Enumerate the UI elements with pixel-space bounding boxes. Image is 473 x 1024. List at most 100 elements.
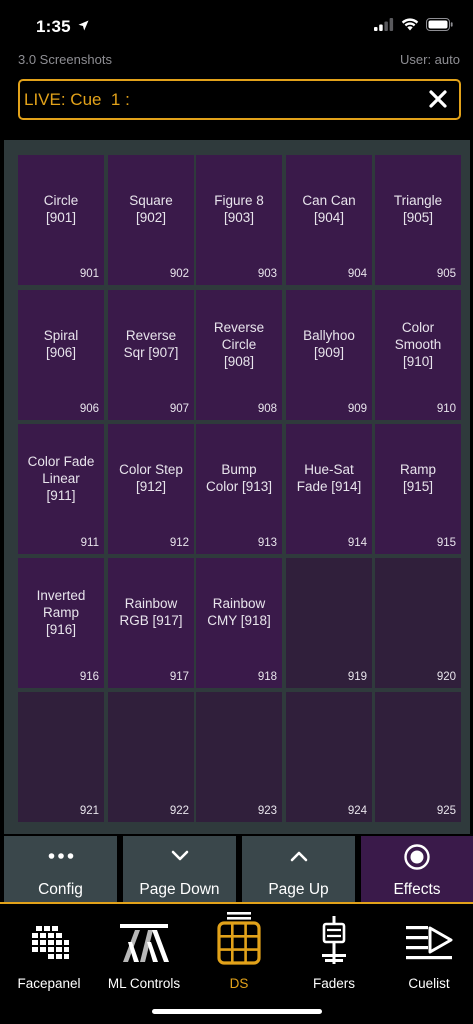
tile-label: Square [902] — [129, 193, 173, 225]
close-icon[interactable] — [427, 88, 449, 110]
direct-select-tile[interactable]: Spiral [906] 906 — [18, 290, 104, 420]
tile-number: 920 — [436, 671, 456, 683]
tile-label: Rainbow CMY [918] — [207, 596, 271, 628]
tab-ml-controls[interactable]: ML Controls — [97, 916, 191, 991]
tile-label — [200, 692, 278, 800]
status-time: 1:35 — [36, 17, 71, 36]
ds-grid-icon — [217, 912, 261, 965]
direct-select-tile[interactable]: 923 — [196, 692, 282, 822]
direct-select-tile[interactable]: Color Fade Linear [911] 911 — [18, 424, 104, 554]
tile-number: 903 — [257, 268, 277, 280]
direct-select-tile[interactable]: Rainbow CMY [918] 918 — [196, 558, 282, 688]
tile-label: Figure 8 [903] — [214, 193, 264, 225]
page-down-button-label: Page Down — [139, 881, 220, 898]
effects-button-label: Effects — [393, 881, 441, 898]
direct-select-tile[interactable]: Reverse Sqr [907] 907 — [108, 290, 194, 420]
softkey-row: Config Page Down Page Up Effects — [0, 836, 473, 902]
direct-select-tile[interactable]: Reverse Circle [908] 908 — [196, 290, 282, 420]
direct-selects-grid: Circle [901] 901 Square [902] 902 Figure 8 [… — [4, 140, 470, 834]
wifi-icon — [401, 18, 419, 31]
direct-select-tile[interactable]: Square [902] 902 — [108, 155, 194, 285]
tile-label — [379, 558, 457, 666]
tab-ds[interactable]: DS — [192, 912, 286, 991]
tile-label — [112, 692, 190, 800]
config-button-label: Config — [38, 881, 83, 898]
direct-select-tile[interactable]: 922 — [108, 692, 194, 822]
home-indicator[interactable] — [152, 1009, 322, 1014]
tile-number: 923 — [257, 805, 277, 817]
direct-select-tile[interactable]: Hue-Sat Fade [914] 914 — [286, 424, 372, 554]
user-label: User: auto — [400, 52, 460, 67]
tile-number: 925 — [436, 805, 456, 817]
direct-select-tile[interactable]: Inverted Ramp [916] 916 — [18, 558, 104, 688]
cellular-signal-icon — [374, 18, 394, 31]
tile-number: 912 — [169, 537, 189, 549]
tile-label: Color Fade Linear [911] — [27, 453, 95, 503]
tile-label — [22, 692, 100, 800]
direct-select-tile[interactable]: 924 — [286, 692, 372, 822]
tile-label: Ramp [915] — [399, 462, 436, 494]
tile-label: Reverse Sqr [907] — [123, 328, 179, 360]
tile-label: Triangle [905] — [393, 193, 443, 225]
tile-number: 913 — [257, 537, 277, 549]
effects-button[interactable]: Effects — [361, 836, 473, 902]
tile-number: 915 — [436, 537, 456, 549]
tile-number: 911 — [80, 537, 99, 549]
tile-label — [290, 692, 368, 800]
config-button[interactable]: Config — [4, 836, 117, 902]
tab-faders[interactable]: Faders — [287, 916, 381, 991]
tile-label: Hue-Sat Fade [914] — [296, 462, 362, 494]
direct-select-tile[interactable]: Bump Color [913] 913 — [196, 424, 282, 554]
tile-number: 905 — [436, 268, 456, 280]
page-up-button[interactable]: Page Up — [242, 836, 355, 902]
direct-select-tile[interactable]: Rainbow RGB [917] 917 — [108, 558, 194, 688]
direct-select-tile[interactable]: Figure 8 [903] 903 — [196, 155, 282, 285]
direct-select-tile[interactable]: Can Can [904] 904 — [286, 155, 372, 285]
direct-select-tile[interactable]: 919 — [286, 558, 372, 688]
more-dots-icon — [48, 853, 73, 859]
direct-select-tile[interactable]: Circle [901] 901 — [18, 155, 104, 285]
direct-select-tile[interactable]: 925 — [375, 692, 461, 822]
tile-label: Can Can [904] — [302, 193, 356, 225]
tile-number: 922 — [169, 805, 189, 817]
direct-select-tile[interactable]: Triangle [905] 905 — [375, 155, 461, 285]
effects-circle-icon — [404, 844, 430, 870]
command-line[interactable]: LIVE: Cue 1 : — [18, 79, 461, 120]
tile-label — [379, 692, 457, 800]
page-down-button[interactable]: Page Down — [123, 836, 236, 902]
faders-icon — [322, 916, 346, 964]
tab-facepanel[interactable]: Facepanel — [2, 916, 96, 991]
tab-bar: Facepanel ML Controls DS Faders Cuelist — [0, 904, 473, 1024]
tile-label: Spiral [906] — [43, 328, 79, 360]
direct-select-tile[interactable]: Ballyhoo [909] 909 — [286, 290, 372, 420]
info-row: 3.0 Screenshots User: auto — [0, 50, 473, 70]
tile-label: Circle [901] — [43, 193, 79, 225]
tile-label: Ballyhoo [909] — [303, 328, 355, 360]
tile-label: Color Step [912] — [119, 462, 183, 494]
direct-select-tile[interactable]: Color Smooth [910] 910 — [375, 290, 461, 420]
tile-number: 924 — [347, 805, 367, 817]
chevron-down-icon — [171, 850, 188, 861]
tab-cuelist-label: Cuelist — [408, 976, 450, 991]
location-arrow-icon — [78, 20, 89, 31]
tile-number: 907 — [169, 403, 189, 415]
tile-number: 921 — [79, 805, 99, 817]
tab-cuelist[interactable]: Cuelist — [382, 916, 473, 991]
command-line-text: LIVE: Cue 1 : — [24, 90, 130, 109]
facepanel-icon — [32, 926, 69, 959]
tile-label: Inverted Ramp [916] — [36, 587, 86, 637]
tile-label: Rainbow RGB [917] — [119, 596, 183, 628]
chevron-up-icon — [290, 851, 307, 862]
tile-number: 910 — [436, 403, 456, 415]
tile-number: 901 — [79, 268, 99, 280]
battery-icon — [426, 18, 453, 31]
tile-label: Reverse Circle [908] — [213, 319, 265, 369]
tile-number: 919 — [347, 671, 367, 683]
tile-label: Bump Color [913] — [205, 462, 273, 494]
status-bar: 1:35 — [0, 0, 473, 48]
direct-select-tile[interactable]: 921 — [18, 692, 104, 822]
show-name: 3.0 Screenshots — [18, 52, 112, 67]
direct-select-tile[interactable]: 920 — [375, 558, 461, 688]
direct-select-tile[interactable]: Color Step [912] 912 — [108, 424, 194, 554]
direct-select-tile[interactable]: Ramp [915] 915 — [375, 424, 461, 554]
